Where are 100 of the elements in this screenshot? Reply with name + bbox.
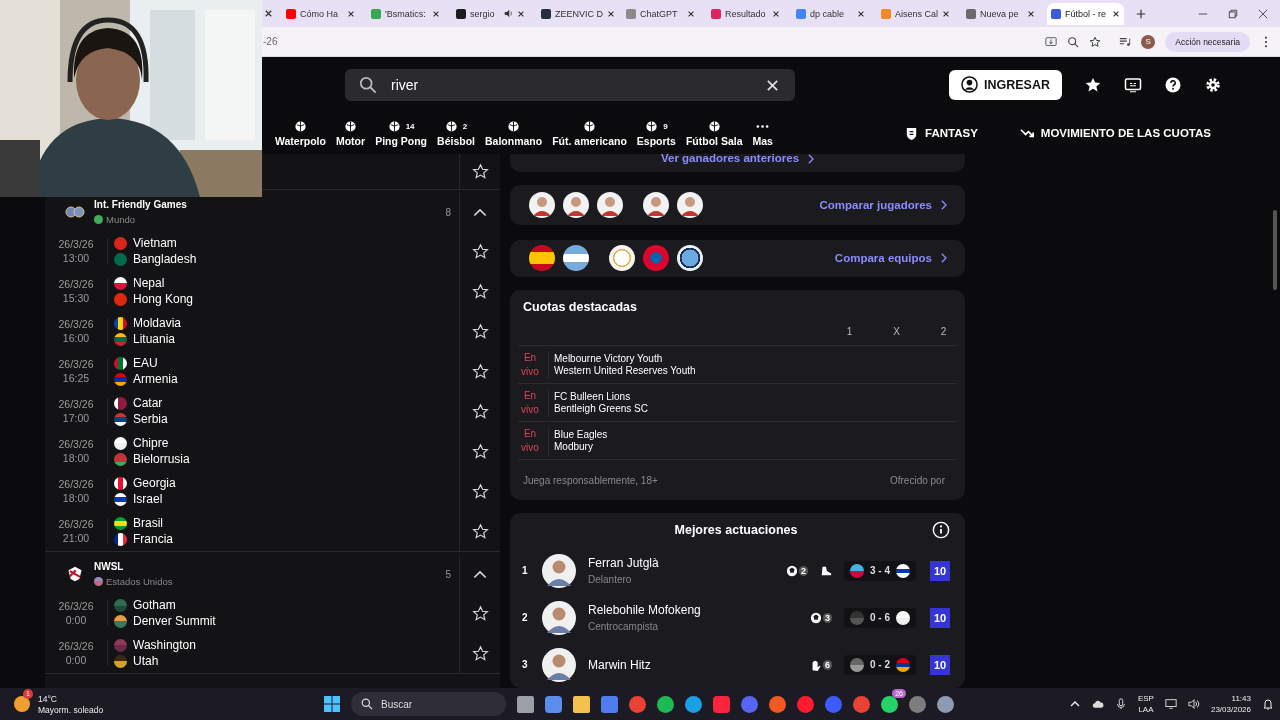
action-button[interactable]: Acción necesaria	[1165, 31, 1250, 52]
browser-tab[interactable]: sergio	[452, 2, 529, 25]
close-icon[interactable]	[687, 9, 695, 18]
score-pill[interactable]: 0 - 6	[844, 607, 916, 628]
chevron-icon[interactable]	[940, 253, 947, 264]
player-avatar[interactable]	[529, 191, 555, 218]
team-name[interactable]: Bentleigh Greens SC	[554, 403, 648, 414]
close-icon[interactable]	[772, 9, 780, 18]
bookmark-icon[interactable]	[1089, 35, 1102, 48]
player-avatar[interactable]	[542, 553, 576, 588]
player-avatar[interactable]	[563, 191, 589, 218]
clock-date[interactable]: 23/03/2026	[1210, 705, 1251, 714]
sport-tab[interactable]: 2 Béisbol	[434, 119, 478, 147]
nav-link[interactable]: FANTASY	[904, 125, 978, 141]
clear-icon[interactable]	[766, 78, 779, 92]
speaker-icon[interactable]	[504, 9, 513, 18]
favorite-star-icon[interactable]	[471, 163, 489, 180]
crest-icon[interactable]	[609, 245, 635, 272]
login-button[interactable]: INGRESAR	[949, 69, 1062, 100]
league-name[interactable]: NWSL	[94, 561, 173, 572]
favorite-star-icon[interactable]	[471, 402, 489, 420]
search-field[interactable]: Buscar	[351, 692, 506, 716]
close-icon[interactable]	[1112, 9, 1120, 18]
crest-icon[interactable]	[677, 245, 703, 272]
browser-tab[interactable]: dp cable	[792, 2, 869, 25]
zoom-icon[interactable]	[1067, 35, 1080, 48]
close-icon[interactable]	[942, 9, 951, 18]
browser-tab[interactable]: Fútbol - re	[1047, 2, 1124, 25]
favorite-star-icon[interactable]	[471, 604, 489, 622]
sport-tab[interactable]: Waterpolo	[272, 119, 329, 147]
sport-tab[interactable]: Motor	[332, 119, 369, 147]
player-avatar[interactable]	[542, 600, 576, 635]
weather-icon[interactable]	[14, 696, 30, 712]
app-icon[interactable]	[713, 695, 730, 713]
player-name[interactable]: Relebohile Mofokeng	[588, 603, 701, 617]
bell-icon[interactable]	[1262, 698, 1274, 710]
chevron-icon[interactable]	[807, 154, 815, 164]
previous-winners-link[interactable]: Ver ganadores anteriores	[660, 154, 800, 164]
player-name[interactable]: Ferran Jutglà	[588, 556, 659, 570]
close-icon[interactable]	[1027, 9, 1035, 18]
league-name[interactable]: Int. Friendly Games	[94, 199, 187, 210]
app-icon[interactable]	[741, 695, 758, 713]
language-text[interactable]: ESP	[1137, 694, 1154, 703]
favorite-star-icon[interactable]	[471, 322, 489, 340]
close-icon[interactable]	[432, 9, 440, 18]
favorite-star-icon[interactable]	[471, 442, 489, 460]
browser-tab[interactable]: 'Bsmatics:	[367, 2, 444, 25]
windows-icon[interactable]	[324, 696, 340, 712]
close-icon[interactable]	[857, 9, 865, 18]
player-avatar[interactable]	[677, 191, 703, 218]
sport-tab[interactable]: 9 Esports	[633, 119, 679, 147]
favorite-star-icon[interactable]	[471, 282, 489, 300]
close-icon[interactable]	[347, 9, 355, 18]
player-avatar[interactable]	[597, 191, 623, 218]
app-icon[interactable]	[545, 695, 562, 713]
close-icon[interactable]	[607, 9, 614, 18]
player-avatar[interactable]	[542, 647, 576, 682]
clock-time[interactable]: 11:43	[1231, 694, 1251, 703]
favorite-star-icon[interactable]	[471, 482, 489, 500]
app-icon[interactable]	[657, 695, 674, 713]
language-text[interactable]: LAA	[1138, 705, 1154, 714]
app-icon[interactable]	[909, 695, 926, 713]
cloud-icon[interactable]	[1091, 698, 1104, 710]
sport-tab[interactable]: 14 Ping Pong	[372, 119, 431, 147]
flag-icon[interactable]	[529, 245, 555, 272]
player-name[interactable]: Marwin Hitz	[588, 657, 651, 672]
app-icon[interactable]	[769, 695, 786, 713]
app-icon[interactable]	[881, 695, 898, 713]
flag-icon[interactable]	[563, 245, 589, 272]
close-icon[interactable]	[517, 9, 525, 18]
address-text[interactable]: -26	[263, 36, 278, 47]
search-field[interactable]: river	[345, 68, 795, 101]
favorite-star-icon[interactable]	[471, 522, 489, 540]
score-pill[interactable]: 0 - 2	[844, 654, 916, 675]
tv-icon[interactable]	[1124, 75, 1142, 94]
restore-icon[interactable]	[1228, 8, 1238, 19]
browser-tab[interactable]: Cómo Ha	[282, 2, 359, 25]
browser-tab[interactable]: ChatGPT	[622, 2, 699, 25]
compare-teams-link[interactable]: Compara equipos	[834, 252, 932, 265]
speaker-icon[interactable]	[1187, 698, 1200, 710]
monitor-icon[interactable]	[1164, 698, 1177, 710]
close-icon[interactable]	[1258, 8, 1268, 19]
browser-tab[interactable]: Nueva pe	[962, 2, 1039, 25]
chevron-icon[interactable]	[940, 199, 947, 210]
help-icon[interactable]	[1164, 75, 1182, 94]
sport-tab[interactable]: Fút. americano	[549, 119, 630, 147]
team-name[interactable]: FC Bulleen Lions	[554, 391, 648, 402]
browser-tab[interactable]: Resultado	[707, 2, 784, 25]
team-name[interactable]: Western United Reserves Youth	[554, 365, 696, 376]
browser-tab[interactable]: Aisens Cal	[877, 2, 954, 25]
team-name[interactable]: Melbourne Victory Youth	[554, 353, 696, 364]
new-tab-icon[interactable]	[1136, 8, 1146, 19]
media-icon[interactable]	[1119, 35, 1132, 48]
team-name[interactable]: Blue Eagles	[554, 429, 608, 440]
info-icon[interactable]	[932, 521, 950, 539]
close-icon[interactable]	[264, 9, 273, 18]
install-icon[interactable]	[1045, 35, 1058, 48]
team-name[interactable]: Modbury	[554, 441, 608, 452]
nav-link[interactable]: MOVIMIENTO DE LAS CUOTAS	[1019, 125, 1211, 141]
player-avatar[interactable]	[643, 191, 669, 218]
